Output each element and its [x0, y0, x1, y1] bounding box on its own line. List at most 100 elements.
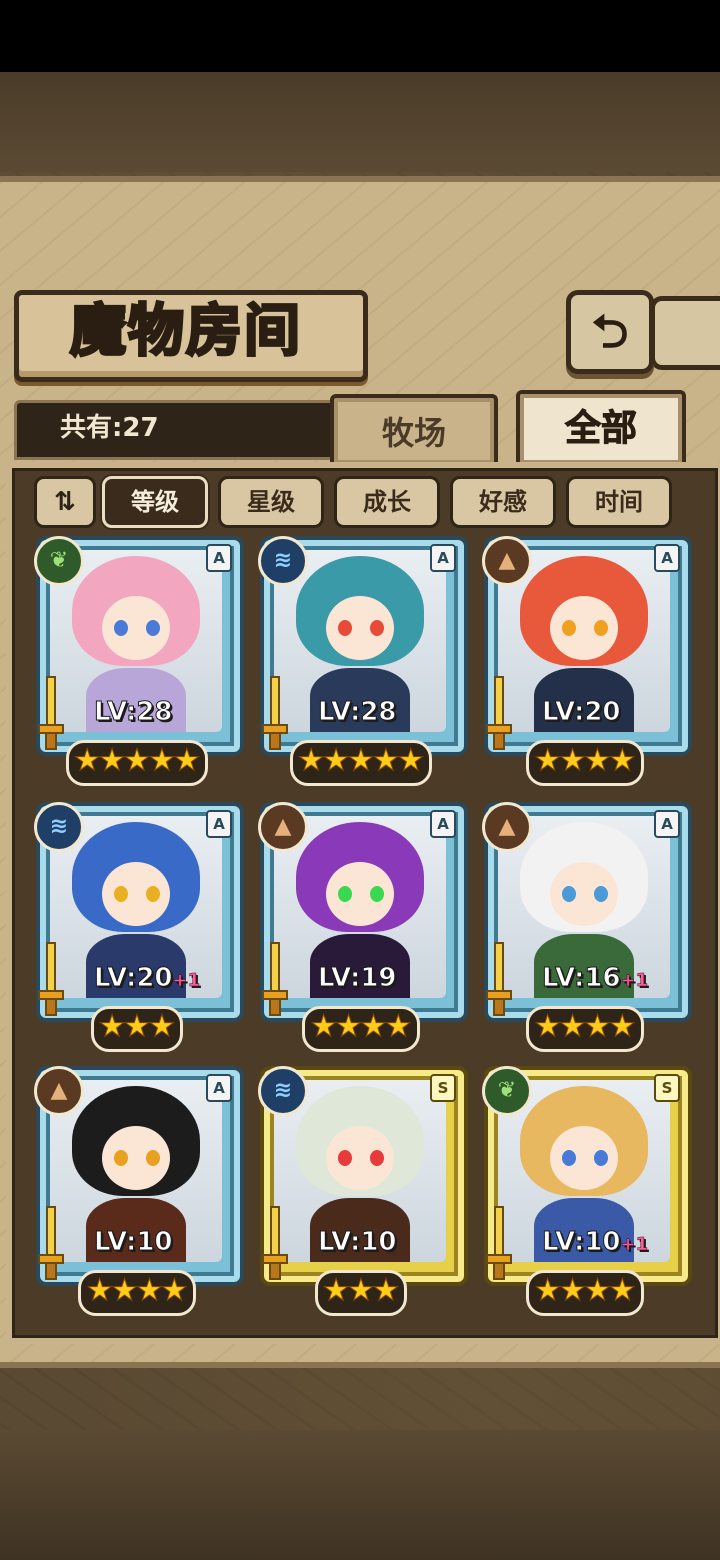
monster-card[interactable]: ❦ S LV:10+1 ★★★★ [482, 1066, 692, 1316]
star-rating-pill: ★★★★ [526, 740, 644, 786]
star-rating: ★★★★★ [34, 740, 240, 786]
level-label: LV:20+1 [94, 960, 234, 996]
sword-icon [486, 676, 512, 750]
star-icon: ★ [123, 1009, 151, 1045]
star-rating: ★★★★★ [258, 740, 464, 786]
monster-card[interactable]: ▲ A LV:20 ★★★★ [482, 536, 692, 786]
level-bonus: +1 [620, 1234, 649, 1256]
star-icon: ★ [584, 1009, 612, 1045]
sword-icon [38, 942, 64, 1016]
star-rating-pill: ★★★★★ [289, 740, 433, 786]
tab-ranch[interactable]: 牧场 [330, 394, 498, 464]
tab-ranch-label: 牧场 [381, 414, 446, 452]
portrait-eye [370, 886, 384, 902]
portrait-eye [370, 1150, 384, 1166]
monster-card[interactable]: ▲ A LV:16+1 ★★★★ [482, 802, 692, 1052]
status-bar [0, 0, 720, 72]
star-icon: ★ [173, 743, 201, 779]
star-icon: ★ [310, 1009, 338, 1045]
star-icon: ★ [73, 743, 101, 779]
monster-card[interactable]: ≋ S LV:10 ★★★ [258, 1066, 468, 1316]
sort-by-growth-button[interactable]: 成长 [334, 476, 440, 528]
level-label: LV:28 [94, 694, 234, 730]
earth-element-icon: ▲ [482, 802, 532, 852]
sword-icon [262, 676, 288, 750]
star-icon: ★ [584, 1273, 612, 1309]
star-rating: ★★★★ [34, 1270, 240, 1316]
sword-icon [262, 1206, 288, 1280]
monster-card[interactable]: ≋ A LV:20+1 ★★★ [34, 802, 244, 1052]
star-icon: ★ [322, 1273, 350, 1309]
return-arrow-icon: ⮌ [591, 304, 629, 358]
star-rating-pill: ★★★★ [302, 1006, 420, 1052]
star-rating: ★★★ [258, 1270, 464, 1316]
tab-all[interactable]: 全部 [516, 390, 686, 464]
sort-by-affection-button[interactable]: 好感 [450, 476, 556, 528]
sort-by-level-button[interactable]: 等级 [102, 476, 208, 528]
star-icon: ★ [148, 743, 176, 779]
sword-icon [486, 942, 512, 1016]
background-band-top [0, 72, 720, 172]
level-label: LV:10+1 [542, 1224, 682, 1260]
sword-blade [270, 676, 280, 730]
sword-blade [270, 1206, 280, 1260]
star-icon: ★ [534, 1273, 562, 1309]
level-value: LV:28 [318, 697, 398, 728]
star-icon: ★ [608, 743, 636, 779]
star-icon: ★ [559, 743, 587, 779]
star-icon: ★ [322, 743, 350, 779]
back-button[interactable]: ⮌ [566, 290, 654, 374]
portrait-eye [338, 1150, 352, 1166]
water-element-icon: ≋ [34, 802, 84, 852]
monster-card[interactable]: ▲ A LV:10 ★★★★ [34, 1066, 244, 1316]
level-label: LV:16+1 [542, 960, 682, 996]
star-icon: ★ [136, 1273, 164, 1309]
rank-badge: S [654, 1074, 680, 1102]
nature-element-icon: ❦ [482, 1066, 532, 1116]
star-rating: ★★★ [34, 1006, 240, 1052]
rank-badge: A [654, 544, 680, 572]
star-icon: ★ [98, 1009, 126, 1045]
water-element-icon: ≋ [258, 1066, 308, 1116]
monster-count: 共有:27 [60, 413, 159, 443]
portrait-eye [562, 1150, 576, 1166]
sword-icon [38, 1206, 64, 1280]
rank-badge: A [430, 544, 456, 572]
level-label: LV:28 [318, 694, 458, 730]
level-value: LV:19 [318, 963, 398, 994]
star-icon: ★ [397, 743, 425, 779]
monster-card[interactable]: ▲ A LV:19 ★★★★ [258, 802, 468, 1052]
star-icon: ★ [584, 743, 612, 779]
level-value: LV:10 [94, 1227, 174, 1258]
monster-card[interactable]: ❦ A LV:28 ★★★★★ [34, 536, 244, 786]
earth-element-icon: ▲ [258, 802, 308, 852]
rank-badge: A [206, 810, 232, 838]
star-icon: ★ [347, 743, 375, 779]
sort-by-time-button[interactable]: 时间 [566, 476, 672, 528]
earth-element-icon: ▲ [482, 536, 532, 586]
star-icon: ★ [148, 1009, 176, 1045]
sword-icon [262, 942, 288, 1016]
earth-element-icon: ▲ [34, 1066, 84, 1116]
portrait-eye [146, 620, 160, 636]
sort-by-star-button[interactable]: 星级 [218, 476, 324, 528]
level-bonus: +1 [172, 970, 201, 992]
level-label: LV:10 [318, 1224, 458, 1260]
star-rating-pill: ★★★★ [78, 1270, 196, 1316]
star-rating: ★★★★ [482, 1006, 688, 1052]
level-value: LV:16 [542, 963, 622, 994]
star-icon: ★ [372, 1273, 400, 1309]
portrait-eye [370, 620, 384, 636]
star-icon: ★ [111, 1273, 139, 1309]
level-value: LV:20 [94, 963, 174, 994]
star-icon: ★ [559, 1009, 587, 1045]
star-icon: ★ [347, 1273, 375, 1309]
star-rating-pill: ★★★ [314, 1270, 408, 1316]
level-value: LV:10 [542, 1227, 622, 1258]
page-title: 魔物房间 [69, 297, 302, 366]
star-rating: ★★★★ [482, 740, 688, 786]
portrait-eye [114, 620, 128, 636]
sort-order-icon[interactable]: ⇅ [34, 476, 96, 528]
monster-card[interactable]: ≋ A LV:28 ★★★★★ [258, 536, 468, 786]
sword-blade [46, 1206, 56, 1260]
